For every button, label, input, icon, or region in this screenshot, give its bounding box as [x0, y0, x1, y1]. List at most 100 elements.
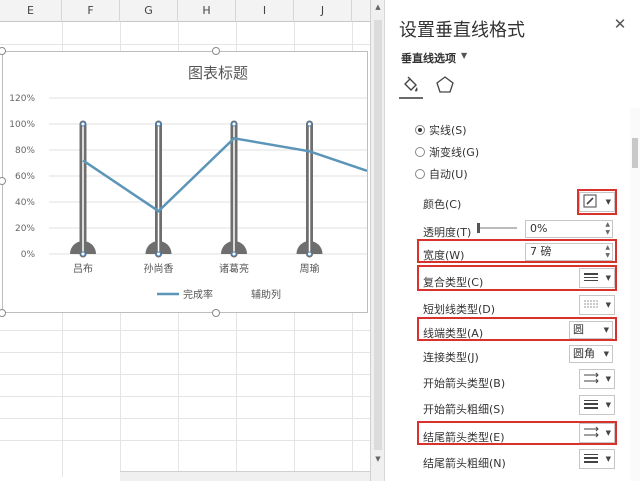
resize-handle-bottom-center[interactable] [212, 309, 220, 317]
chart-gridlines [49, 97, 367, 255]
dash-type-button[interactable]: ▼ [579, 295, 615, 315]
highlight-box [417, 265, 617, 291]
radio-gradient-line[interactable]: 渐变线(G) [415, 144, 479, 160]
arrow-size-icon [583, 398, 599, 413]
y-tick-label: 40% [15, 198, 35, 208]
resize-handle-top-center[interactable] [212, 47, 220, 55]
y-tick-label: 60% [15, 172, 35, 182]
chevron-down-icon[interactable]: ▼ [606, 455, 611, 463]
chart-canvas[interactable]: 图表标题 0% 20% 40% 60% 80% 100% 120% 吕布 孙尚香 诸葛亮 周瑜 完… [3, 52, 368, 312]
chart-legend: 完成率 辅助列 [157, 288, 281, 301]
arrow-type-icon [583, 372, 599, 387]
line-series-path [82, 136, 368, 213]
pane-title: 设置垂直线格式 [399, 20, 525, 41]
x-tick-label: 诸葛亮 [219, 262, 249, 275]
scroll-thumb[interactable] [632, 138, 638, 168]
sheet-vertical-scrollbar[interactable]: ▲ ▼ [370, 0, 384, 481]
transparency-label: 透明度(T) [423, 226, 472, 239]
begin-arrow-size-label: 开始箭头粗细(S) [423, 403, 505, 416]
chevron-down-icon[interactable]: ▼ [606, 401, 611, 409]
column-header-e[interactable]: E [0, 0, 62, 22]
active-tab-indicator [399, 97, 423, 99]
dash-type-label: 短划线类型(D) [423, 303, 496, 316]
end-arrow-size-button[interactable]: ▼ [579, 449, 615, 469]
column-header-f[interactable]: F [62, 0, 120, 22]
chevron-down-icon[interactable]: ▼ [606, 375, 611, 383]
radio-auto-line[interactable]: 自动(U) [415, 166, 468, 182]
radio-dot[interactable] [415, 147, 425, 157]
grid-line [0, 44, 370, 45]
x-axis-ticks: 吕布 孙尚香 诸葛亮 周瑜 [73, 262, 320, 275]
radio-dot[interactable] [415, 169, 425, 179]
vertical-lines-series [70, 120, 323, 258]
chart-title[interactable]: 图表标题 [188, 64, 248, 82]
transparency-slider[interactable] [477, 223, 517, 233]
x-tick-label: 吕布 [73, 263, 93, 275]
chevron-down-icon[interactable]: ▼ [461, 51, 467, 60]
radio-dot[interactable] [415, 125, 425, 135]
close-icon[interactable]: ✕ [610, 14, 630, 34]
column-header-h[interactable]: H [178, 0, 236, 22]
scroll-up-icon[interactable]: ▲ [371, 0, 385, 14]
vertical-line-handle [80, 251, 86, 257]
x-tick-label: 周瑜 [300, 262, 320, 275]
grid-line [0, 352, 370, 353]
transparency-value[interactable]: 0% [530, 222, 547, 235]
legend-label-series-2[interactable]: 辅助列 [251, 288, 281, 301]
highlight-box [417, 239, 617, 263]
column-header-j[interactable]: J [294, 0, 352, 22]
spreadsheet-area[interactable]: E F G H I J 图表标题 0% 20% 40% 60% 80% 100% 120% … [0, 0, 370, 481]
highlight-box [417, 421, 617, 445]
vertical-line-handle [156, 251, 161, 257]
radio-solid-line[interactable]: 实线(S) [415, 122, 467, 138]
y-tick-label: 100% [9, 120, 35, 130]
color-label: 颜色(C) [423, 198, 462, 211]
grid-line [0, 440, 370, 441]
spinner-arrows-icon[interactable]: ▲ ▼ [605, 221, 610, 237]
radio-label-auto: 自动(U) [429, 168, 468, 181]
grid-line [0, 330, 370, 331]
dash-lines-icon [583, 298, 599, 313]
paint-bucket-icon[interactable] [401, 75, 421, 95]
column-header-i[interactable]: I [236, 0, 294, 22]
vertical-line-handle [231, 121, 237, 127]
scroll-down-icon[interactable]: ▼ [371, 452, 385, 466]
resize-handle-bottom-left[interactable] [0, 309, 6, 317]
grid-line [0, 374, 370, 375]
grid-line [0, 418, 370, 419]
y-tick-label: 0% [21, 250, 36, 260]
format-pane: 设置垂直线格式 ✕ 垂直线选项 ▼ 实线(S) 渐变线(G) 自动(U) 颜色(… [384, 0, 640, 481]
highlight-box [577, 189, 617, 215]
vertical-line-handle [231, 251, 237, 257]
grid-line [0, 396, 370, 397]
y-tick-label: 120% [9, 94, 35, 104]
line-series [82, 136, 368, 213]
sheet-horizontal-scrollbar[interactable] [120, 471, 370, 481]
join-type-value[interactable]: 圆角 [573, 347, 595, 360]
transparency-input[interactable]: 0% ▲ ▼ [525, 220, 613, 238]
column-header-g[interactable]: G [120, 0, 178, 22]
options-dropdown-label[interactable]: 垂直线选项 [401, 50, 456, 66]
chevron-down-icon[interactable]: ▼ [604, 346, 609, 362]
chart-object[interactable]: 图表标题 0% 20% 40% 60% 80% 100% 120% 吕布 孙尚香 诸葛亮 周瑜 完… [2, 51, 368, 313]
chevron-down-icon[interactable]: ▼ [606, 301, 611, 309]
join-type-label: 连接类型(J) [423, 351, 479, 364]
radio-label-gradient: 渐变线(G) [429, 146, 480, 159]
begin-arrow-type-label: 开始箭头类型(B) [423, 377, 506, 390]
scroll-thumb[interactable] [374, 20, 382, 450]
pentagon-icon[interactable] [435, 75, 455, 95]
y-tick-label: 80% [15, 146, 35, 156]
vertical-line-handle [156, 121, 161, 127]
begin-arrow-size-button[interactable]: ▼ [579, 395, 615, 415]
highlight-box [417, 317, 617, 341]
join-type-dropdown[interactable]: 圆角 ▼ [569, 345, 613, 363]
vertical-line-handle [80, 121, 86, 127]
legend-label-series-1[interactable]: 完成率 [183, 288, 213, 301]
y-axis-ticks: 0% 20% 40% 60% 80% 100% 120% [9, 94, 35, 260]
pane-scrollbar[interactable] [630, 108, 640, 481]
vertical-line-handle [307, 251, 312, 257]
x-tick-label: 孙尚香 [144, 262, 174, 275]
column-header-bar: E F G H I J [0, 0, 370, 22]
slider-knob[interactable] [477, 223, 480, 233]
begin-arrow-type-button[interactable]: ▼ [579, 369, 615, 389]
